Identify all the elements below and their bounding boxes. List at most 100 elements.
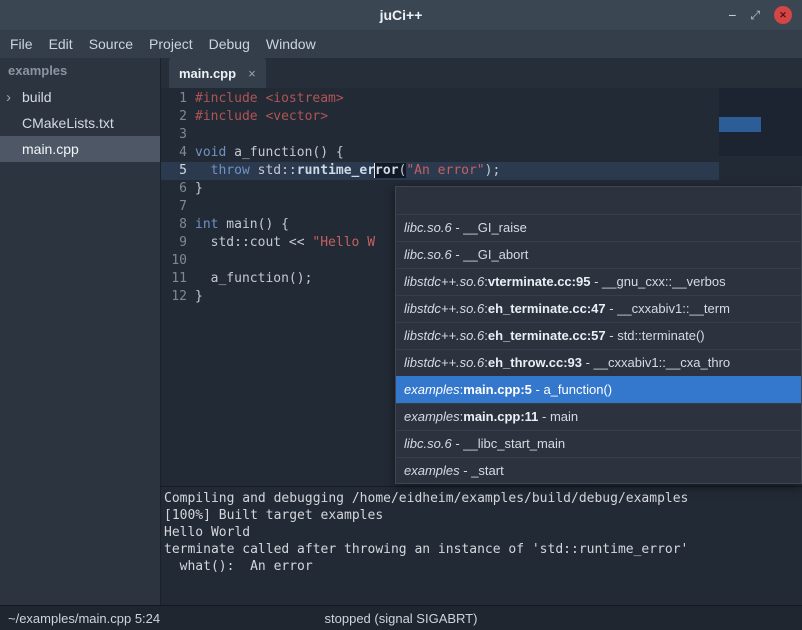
code-text: void a_function() { — [187, 144, 344, 162]
code-token: throw — [211, 163, 250, 178]
file-tree: ›build CMakeLists.txt main.cpp — [0, 84, 160, 162]
stack-frame[interactable]: libstdc++.so.6:vterminate.cc:95 - __gnu_… — [396, 268, 801, 295]
output-text: Compiling and debugging /home/eidheim/ex… — [161, 487, 802, 575]
file-location: eh_terminate.cc:47 — [488, 301, 606, 316]
stack-frame[interactable]: examples:main.cpp:11 - main — [396, 403, 801, 430]
function-name: __GI_raise — [463, 220, 527, 235]
menu-item-project[interactable]: Project — [149, 36, 193, 52]
tree-item-label: CMakeLists.txt — [22, 115, 114, 131]
code-line: 4void a_function() { — [161, 144, 802, 162]
code-text: #include <vector> — [187, 108, 328, 126]
code-line: 3 — [161, 126, 802, 144]
module-name: libstdc++.so.6 — [404, 328, 484, 343]
line-number: 7 — [161, 198, 187, 216]
chevron-right-icon: › — [0, 90, 22, 105]
completion-popup-fragment — [719, 88, 802, 156]
stack-trace-popup: libc.so.6 - __GI_raiselibc.so.6 - __GI_a… — [395, 186, 802, 484]
minimize-button[interactable]: − — [728, 8, 736, 22]
file-location: main.cpp:11 — [463, 409, 538, 424]
code-text — [187, 252, 195, 270]
module-name: libc.so.6 — [404, 220, 452, 235]
code-text: } — [187, 180, 203, 198]
code-token: a_function(); — [195, 271, 312, 286]
menu-item-window[interactable]: Window — [266, 36, 316, 52]
code-token: std:: — [250, 163, 297, 178]
module-name: libc.so.6 — [404, 247, 452, 262]
window-controls: − ⤢ ✕ — [728, 0, 792, 30]
module-name: examples — [404, 382, 460, 397]
code-token: void — [195, 145, 226, 160]
code-line: 5 throw std::runtime_error("An error"); — [161, 162, 802, 180]
code-token: main() { — [218, 217, 288, 232]
stack-frame[interactable]: libc.so.6 - __libc_start_main — [396, 430, 801, 457]
code-token: } — [195, 181, 203, 196]
stack-frame[interactable]: libc.so.6 - __GI_raise — [396, 214, 801, 241]
module-name: libstdc++.so.6 — [404, 301, 484, 316]
close-icon: ✕ — [779, 11, 787, 20]
stack-trace-list: libc.so.6 - __GI_raiselibc.so.6 - __GI_a… — [396, 214, 801, 484]
line-number: 12 — [161, 288, 187, 306]
stack-frame[interactable]: examples - _start — [396, 457, 801, 484]
stack-frame[interactable]: libstdc++.so.6:eh_terminate.cc:47 - __cx… — [396, 295, 801, 322]
tree-item-main-cpp[interactable]: main.cpp — [0, 136, 160, 162]
function-name: __cxxabiv1::__term — [617, 301, 730, 316]
file-location: main.cpp:5 — [463, 382, 532, 397]
module-name: examples — [404, 409, 460, 424]
menu-item-file[interactable]: File — [10, 36, 33, 52]
menu-item-debug[interactable]: Debug — [209, 36, 250, 52]
code-token — [195, 163, 211, 178]
code-line: 1 #include <iostream> — [161, 90, 802, 108]
tab-close-icon[interactable]: × — [248, 66, 256, 81]
function-name: a_function() — [543, 382, 612, 397]
module-name: libc.so.6 — [404, 436, 452, 451]
line-number: 8 — [161, 216, 187, 234]
line-number: 2 — [161, 108, 187, 126]
stack-frame[interactable]: libstdc++.so.6:eh_throw.cc:93 - __cxxabi… — [396, 349, 801, 376]
stack-frame[interactable]: examples:main.cpp:5 - a_function() — [396, 376, 801, 403]
tree-item-build[interactable]: ›build — [0, 84, 160, 110]
function-name: _start — [471, 463, 504, 478]
code-token: #include <iostream> — [195, 91, 344, 106]
code-text: #include <iostream> — [187, 90, 344, 108]
line-number: 10 — [161, 252, 187, 270]
file-location: eh_terminate.cc:57 — [488, 328, 606, 343]
file-position: ~/examples/main.cpp 5:24 — [0, 611, 160, 626]
function-name: __cxxabiv1::__cxa_thro — [594, 355, 731, 370]
code-token: a_function() { — [226, 145, 343, 160]
line-number: 1 — [161, 90, 187, 108]
code-text: int main() { — [187, 216, 289, 234]
stack-frame[interactable]: libc.so.6 - __GI_abort — [396, 241, 801, 268]
tree-item-label: build — [22, 89, 52, 105]
line-number: 5 — [161, 162, 187, 180]
stack-frame[interactable]: libstdc++.so.6:eh_terminate.cc:57 - std:… — [396, 322, 801, 349]
tab-main-cpp[interactable]: main.cpp × — [169, 58, 266, 88]
function-name: main — [550, 409, 578, 424]
code-text: std::cout << "Hello W — [187, 234, 375, 252]
file-location: vterminate.cc:95 — [488, 274, 591, 289]
line-number: 4 — [161, 144, 187, 162]
code-text — [187, 198, 195, 216]
line-number: 9 — [161, 234, 187, 252]
module-name: examples — [404, 463, 460, 478]
code-token: "An error" — [406, 163, 484, 178]
menubar: File Edit Source Project Debug Window — [0, 30, 802, 58]
code-token: "Hello W — [312, 235, 375, 250]
window-title: juCi++ — [380, 7, 423, 23]
close-button[interactable]: ✕ — [774, 6, 792, 24]
menu-item-source[interactable]: Source — [89, 36, 133, 52]
code-text: throw std::runtime_error("An error"); — [187, 162, 500, 180]
code-token: runtime_er — [297, 163, 375, 178]
tree-item-cmakelists-txt[interactable]: CMakeLists.txt — [0, 110, 160, 136]
code-line: 2 #include <vector> — [161, 108, 802, 126]
code-token: } — [195, 289, 203, 304]
module-name: libstdc++.so.6 — [404, 274, 484, 289]
menu-item-edit[interactable]: Edit — [49, 36, 73, 52]
code-token: std::cout << — [195, 235, 312, 250]
code-token: ); — [485, 163, 501, 178]
maximize-button[interactable]: ⤢ — [750, 9, 760, 21]
function-name: __GI_abort — [463, 247, 528, 262]
code-token: #include <vector> — [195, 109, 328, 124]
file-location: eh_throw.cc:93 — [488, 355, 582, 370]
statusbar: stopped (signal SIGABRT) ~/examples/main… — [0, 605, 802, 630]
output-panel[interactable]: Compiling and debugging /home/eidheim/ex… — [160, 486, 802, 605]
